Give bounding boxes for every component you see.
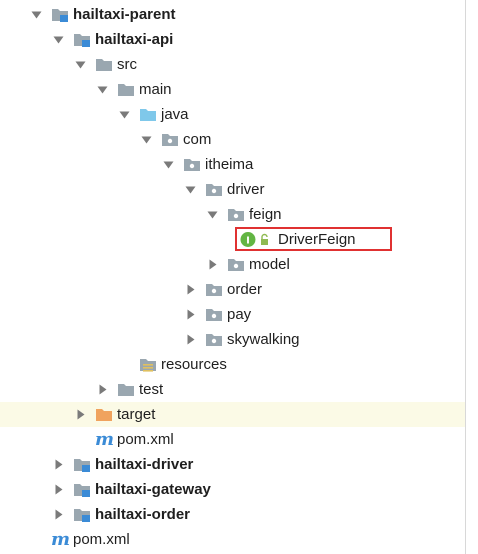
package-icon [227, 206, 245, 223]
folder-icon [95, 56, 113, 73]
expand-arrow-right-icon[interactable] [52, 483, 65, 496]
tree-node-label: model [249, 256, 290, 273]
module-icon [51, 6, 69, 23]
tree-row-hailtaxi-api[interactable]: hailtaxi-api [0, 27, 465, 52]
tree-row-pom-xml[interactable]: m pom.xml [0, 427, 465, 452]
tree-row-order[interactable]: order [0, 277, 465, 302]
tree-node-label: resources [161, 356, 227, 373]
expand-arrow-down-icon[interactable] [96, 83, 109, 96]
expand-arrow-right-icon[interactable] [206, 258, 219, 271]
tree-node-label: test [139, 381, 164, 398]
module-icon [73, 456, 91, 473]
tree-node-label: hailtaxi-api [95, 31, 174, 48]
expand-arrow-down-icon[interactable] [184, 183, 197, 196]
tree-node-label: java [161, 106, 189, 123]
scrollbar-track[interactable] [465, 0, 478, 554]
tree-node-label: target [117, 406, 156, 423]
tree-row-target[interactable]: target [0, 402, 465, 427]
tree-row-src[interactable]: src [0, 52, 465, 77]
tree-node-label: hailtaxi-gateway [95, 481, 211, 498]
tree-node-label: driver [227, 181, 265, 198]
package-icon [183, 156, 201, 173]
tree-row-skywalking[interactable]: skywalking [0, 327, 465, 352]
tree-node-label: hailtaxi-order [95, 506, 191, 523]
package-icon [161, 131, 179, 148]
tree-row-main[interactable]: main [0, 77, 465, 102]
tree-row-driverfeign[interactable]: I DriverFeign [0, 227, 465, 252]
expand-arrow-right-icon[interactable] [184, 308, 197, 321]
project-tree: hailtaxi-parent hailtaxi-api src main java co… [0, 0, 465, 554]
maven-pom-icon: m [51, 529, 71, 550]
expand-arrow-down-icon[interactable] [30, 8, 43, 21]
tree-row-driver[interactable]: driver [0, 177, 465, 202]
expand-arrow-right-icon[interactable] [74, 408, 87, 421]
tree-node-label: pom.xml [117, 431, 174, 448]
tree-row-hailtaxi-order[interactable]: hailtaxi-order [0, 502, 465, 527]
excluded-folder-icon [95, 406, 113, 423]
expand-arrow-right-icon[interactable] [184, 283, 197, 296]
package-icon [227, 256, 245, 273]
module-icon [73, 31, 91, 48]
tree-node-label: hailtaxi-parent [73, 6, 176, 23]
tree-node-label: feign [249, 206, 282, 223]
tree-row-hailtaxi-parent[interactable]: hailtaxi-parent [0, 2, 465, 27]
tree-row-java[interactable]: java [0, 102, 465, 127]
expand-arrow-down-icon[interactable] [162, 158, 175, 171]
expand-arrow-right-icon[interactable] [96, 383, 109, 396]
tree-row-hailtaxi-driver[interactable]: hailtaxi-driver [0, 452, 465, 477]
resources-folder-icon [139, 356, 157, 373]
tree-node-label: main [139, 81, 172, 98]
expand-arrow-down-icon[interactable] [118, 108, 131, 121]
maven-pom-icon: m [95, 429, 115, 450]
tree-node-label: skywalking [227, 331, 300, 348]
folder-icon [117, 381, 135, 398]
tree-node-label: com [183, 131, 212, 148]
tree-row-model[interactable]: model [0, 252, 465, 277]
expand-arrow-right-icon[interactable] [184, 333, 197, 346]
tree-row-com[interactable]: com [0, 127, 465, 152]
source-folder-icon [139, 106, 157, 123]
tree-row-hailtaxi-gateway[interactable]: hailtaxi-gateway [0, 477, 465, 502]
tree-row-itheima[interactable]: itheima [0, 152, 465, 177]
tree-node-label: itheima [205, 156, 254, 173]
folder-icon [117, 81, 135, 98]
expand-arrow-right-icon[interactable] [52, 508, 65, 521]
tree-node-label: hailtaxi-driver [95, 456, 194, 473]
package-icon [205, 331, 223, 348]
tree-node-label: src [117, 56, 137, 73]
expand-arrow-down-icon[interactable] [140, 133, 153, 146]
expand-arrow-down-icon[interactable] [52, 33, 65, 46]
selection-highlight-box [235, 227, 392, 251]
expand-arrow-right-icon[interactable] [52, 458, 65, 471]
module-icon [73, 481, 91, 498]
tree-row-resources[interactable]: resources [0, 352, 465, 377]
package-icon [205, 306, 223, 323]
tree-node-label: order [227, 281, 263, 298]
expand-arrow-down-icon[interactable] [74, 58, 87, 71]
tree-row-pay[interactable]: pay [0, 302, 465, 327]
tree-node-label: pom.xml [73, 531, 130, 548]
package-icon [205, 181, 223, 198]
tree-row-feign[interactable]: feign [0, 202, 465, 227]
tree-row-test[interactable]: test [0, 377, 465, 402]
tree-node-label: pay [227, 306, 252, 323]
tree-row-pom-xml[interactable]: m pom.xml [0, 527, 465, 552]
package-icon [205, 281, 223, 298]
expand-arrow-down-icon[interactable] [206, 208, 219, 221]
module-icon [73, 506, 91, 523]
